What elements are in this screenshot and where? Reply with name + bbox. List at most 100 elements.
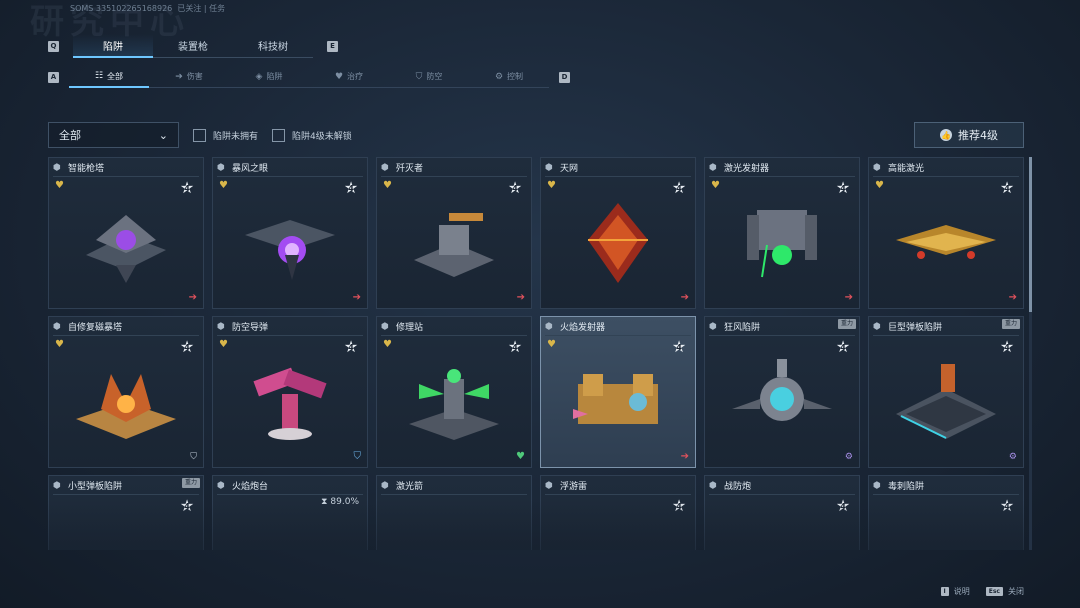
info-hint[interactable]: I 说明 (940, 586, 970, 597)
damage-arrow-icon: ➔ (175, 71, 183, 82)
category-anti-air[interactable]: ⛉ 防空 (389, 66, 469, 88)
card-divider (709, 335, 855, 336)
detail-arrow-icon[interactable]: ➔ (681, 292, 689, 303)
trap-artwork (253, 367, 327, 440)
level4-locked-checkbox[interactable]: 陷阱4级未解锁 (272, 128, 352, 142)
card-header: ⬢ 激光箭 (381, 479, 423, 493)
detail-arrow-icon[interactable]: ➔ (1009, 292, 1017, 303)
category-damage[interactable]: ➔ 伤害 (149, 66, 229, 88)
favorite-heart-icon[interactable]: ♥ (55, 180, 64, 191)
next-category-key[interactable]: D (559, 71, 570, 83)
scrollbar[interactable] (1029, 157, 1032, 550)
close-hint[interactable]: Esc 关闭 (985, 586, 1024, 597)
trap-artwork (66, 513, 186, 550)
anti-air-shield-icon[interactable]: ⛉ (354, 451, 362, 462)
not-owned-checkbox[interactable]: 陷阱未拥有 (193, 128, 258, 142)
category-heal[interactable]: ♥ 治疗 (309, 66, 389, 88)
trap-artwork (230, 513, 350, 550)
tab-devices[interactable]: 装置枪 (153, 34, 233, 58)
card-divider (381, 176, 527, 177)
card-title: 高能激光 (888, 164, 925, 174)
recommend-level4-button[interactable]: 👍 推荐4级 (914, 122, 1024, 148)
trap-artwork (409, 369, 499, 440)
prev-category-key[interactable]: A (48, 71, 59, 83)
trap-card[interactable]: ⬢ 火焰炮台 ⧗ 89.0% (212, 475, 368, 550)
level-star-icon: ★ 4 (179, 496, 195, 515)
card-divider (873, 176, 1019, 177)
heal-heart-icon[interactable]: ♥ (516, 451, 525, 462)
trap-card[interactable]: ⬢ 高能激光 ♥ ★ 4 ➔ (868, 157, 1024, 309)
category-trap[interactable]: ◈ 陷阱 (229, 66, 309, 88)
filter-dropdown[interactable]: 全部 ⌄ (48, 122, 179, 148)
heal-heart-icon: ♥ (334, 71, 344, 82)
card-title: 歼灭者 (396, 164, 424, 174)
favorite-heart-icon[interactable]: ♥ (219, 180, 228, 191)
trap-card[interactable]: ⬢ 浮游雷 ★ 4 (540, 475, 696, 550)
trap-card[interactable]: ⬢ 歼灭者 ♥ ★ 4 ➔ (376, 157, 532, 309)
card-title: 修理站 (396, 323, 424, 333)
level-star-icon: ★ 4 (835, 178, 851, 197)
level-star-icon: ★ 4 (671, 337, 687, 356)
next-tab-key[interactable]: E (327, 40, 338, 52)
favorite-heart-icon[interactable]: ♥ (547, 339, 556, 350)
card-header: ⬢ 防空导弹 (217, 320, 268, 334)
cube-icon: ⬢ (53, 480, 61, 491)
card-title: 智能枪塔 (68, 164, 105, 174)
control-gear-icon[interactable]: ⚙ (1009, 452, 1017, 462)
prev-tab-key[interactable]: Q (48, 40, 59, 52)
checkbox-box[interactable] (272, 128, 286, 142)
card-header: ⬢ 高能激光 (873, 161, 925, 175)
checkbox-box[interactable] (193, 128, 206, 142)
trap-card[interactable]: ⬢ 自修复磁暴塔 ♥ ★ 4 ⛉ (48, 316, 204, 468)
level-star-icon: ★ 4 (999, 178, 1015, 197)
trap-card[interactable]: ⬢ 战防炮 ★ 4 (704, 475, 860, 550)
detail-arrow-icon[interactable]: ➔ (189, 292, 197, 303)
detail-arrow-icon[interactable]: ➔ (681, 451, 689, 462)
favorite-heart-icon[interactable]: ♥ (383, 180, 392, 191)
trap-card[interactable]: ⬢ 天网 ♥ ★ 4 ➔ (540, 157, 696, 309)
trap-card[interactable]: ⬢ 防空导弹 ♥ ★ 4 ⛉ (212, 316, 368, 468)
category-all[interactable]: ☷ 全部 (69, 66, 149, 88)
favorite-heart-icon[interactable]: ♥ (55, 339, 64, 350)
category-control[interactable]: ⚙ 控制 (469, 66, 549, 88)
trap-card[interactable]: ⬢ 毒刺陷阱 ★ 4 (868, 475, 1024, 550)
detail-arrow-icon[interactable]: ➔ (353, 292, 361, 303)
trap-artwork (732, 359, 832, 421)
level-star-icon: ★ 4 (507, 178, 523, 197)
trap-card[interactable]: ⬢ 巨型弹板陷阱 重力 ★ 4 ⚙ (868, 316, 1024, 468)
trap-card[interactable]: ⬢ 小型弹板陷阱 重力 ★ 4 (48, 475, 204, 550)
card-header: ⬢ 天网 (545, 161, 578, 175)
detail-arrow-icon[interactable]: ➔ (517, 292, 525, 303)
scrollbar-thumb[interactable] (1029, 157, 1032, 312)
trap-card[interactable]: ⬢ 狂风陷阱 重力 ★ 4 ⚙ (704, 316, 860, 468)
card-header: ⬢ 火焰炮台 (217, 479, 268, 493)
favorite-heart-icon[interactable]: ♥ (875, 180, 884, 191)
trap-card[interactable]: ⬢ 激光箭 (376, 475, 532, 550)
shield-icon: ⛉ (415, 71, 423, 82)
detail-arrow-icon[interactable]: ➔ (845, 292, 853, 303)
card-divider (545, 494, 691, 495)
cube-icon: ⬢ (381, 480, 389, 491)
tab-traps[interactable]: 陷阱 (73, 34, 153, 58)
favorite-heart-icon[interactable]: ♥ (711, 180, 720, 191)
favorite-heart-icon[interactable]: ♥ (547, 180, 556, 191)
card-divider (53, 494, 199, 495)
cube-icon: ⬢ (873, 321, 881, 332)
card-header: ⬢ 自修复磁暴塔 (53, 320, 122, 334)
shield-icon[interactable]: ⛉ (190, 452, 197, 462)
card-divider (53, 335, 199, 336)
grid-icon: ☷ (94, 71, 104, 81)
favorite-heart-icon[interactable]: ♥ (219, 339, 228, 350)
cube-icon: ⬢ (217, 480, 225, 491)
trap-artwork (588, 203, 648, 283)
trap-card[interactable]: ⬢ 火焰发射器 ♥ ★ 4 ➔ (540, 316, 696, 468)
trap-card[interactable]: ⬢ 激光发射器 ♥ ★ 4 ➔ (704, 157, 860, 309)
trap-card[interactable]: ⬢ 修理站 ♥ ★ 4 ♥ (376, 316, 532, 468)
trap-card[interactable]: ⬢ 暴风之眼 ♥ ★ 4 ➔ (212, 157, 368, 309)
card-divider (217, 335, 363, 336)
control-gear-icon[interactable]: ⚙ (845, 452, 853, 462)
tab-tech-tree[interactable]: 科技树 (233, 34, 313, 58)
trap-card[interactable]: ⬢ 智能枪塔 ♥ ★ 4 ➔ (48, 157, 204, 309)
card-title: 战防炮 (724, 482, 752, 492)
favorite-heart-icon[interactable]: ♥ (383, 339, 392, 350)
